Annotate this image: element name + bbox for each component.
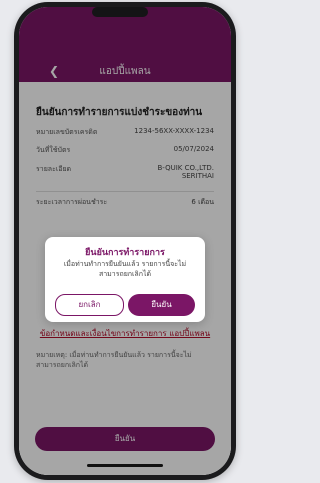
confirm-button[interactable]: ยืนยัน	[128, 294, 195, 316]
home-indicator[interactable]	[87, 464, 163, 467]
confirm-dialog: ยืนยันการทำรายการ เมื่อท่านทำการยืนยันแล…	[45, 237, 205, 322]
phone-notch	[92, 7, 148, 17]
phone-frame: ❮ แอปปี้แพลน ยืนยันการทำรายการแบ่งชำระขอ…	[14, 2, 236, 480]
dialog-message: เมื่อท่านทำการยืนยันแล้ว รายการนี้จะไม่ส…	[63, 260, 187, 278]
modal-overlay: ยืนยันการทำรายการ เมื่อท่านทำการยืนยันแล…	[19, 7, 231, 475]
screen: ❮ แอปปี้แพลน ยืนยันการทำรายการแบ่งชำระขอ…	[19, 7, 231, 475]
cancel-button[interactable]: ยกเลิก	[55, 294, 124, 316]
dialog-title: ยืนยันการทำรายการ	[85, 248, 165, 258]
